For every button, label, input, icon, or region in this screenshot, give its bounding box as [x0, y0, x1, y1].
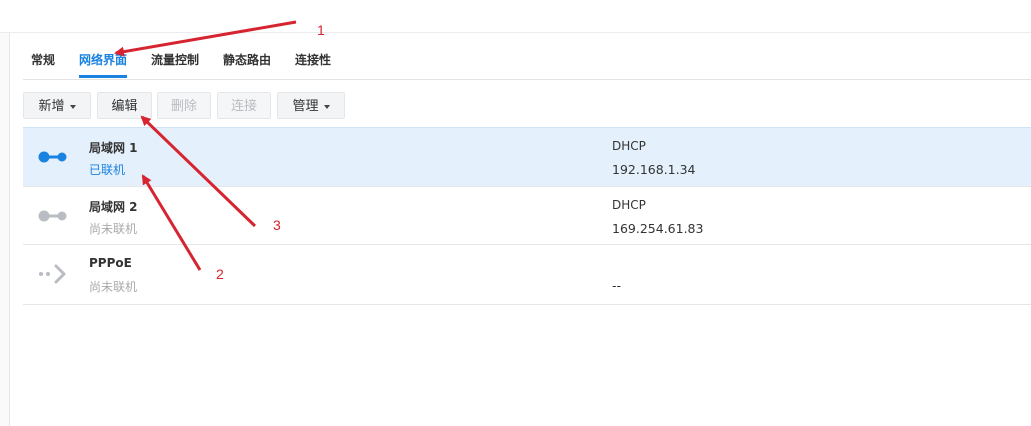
- chevron-down-icon: [69, 104, 76, 109]
- chevron-down-icon: [323, 104, 330, 109]
- pppoe-icon: [39, 264, 66, 284]
- tab-bar: 常规 网络界面 流量控制 静态路由 连接性: [23, 42, 1031, 80]
- interface-mode: DHCP: [612, 198, 646, 212]
- interface-row-lan1[interactable]: 局域网 1 已联机 DHCP 192.168.1.34: [23, 127, 1031, 187]
- manage-button[interactable]: 管理: [277, 92, 345, 119]
- ethernet-connected-icon: [38, 151, 67, 163]
- annotation-label-3: 3: [273, 217, 281, 233]
- left-panel-edge: [0, 33, 10, 426]
- interface-row-pppoe[interactable]: PPPoE 尚未联机 --: [23, 245, 1031, 305]
- interface-mode: DHCP: [612, 139, 646, 153]
- manage-button-label: 管理: [292, 99, 319, 114]
- interface-ip: --: [612, 278, 622, 293]
- interface-ip: 169.254.61.83: [612, 221, 704, 236]
- delete-button[interactable]: 删除: [157, 92, 211, 119]
- interface-name: 局域网 1: [89, 141, 138, 155]
- create-button[interactable]: 新增: [23, 92, 91, 119]
- edit-button-label: 编辑: [111, 99, 138, 114]
- active-tab-indicator: [79, 75, 127, 78]
- ethernet-disconnected-icon: [38, 210, 67, 222]
- tab-traffic-control[interactable]: 流量控制: [151, 51, 199, 68]
- annotation-label-1: 1: [317, 22, 325, 38]
- interface-status: 尚未联机: [89, 280, 138, 294]
- interface-name: 局域网 2: [89, 200, 138, 214]
- interface-row-lan2[interactable]: 局域网 2 尚未联机 DHCP 169.254.61.83: [23, 187, 1031, 245]
- connect-button[interactable]: 连接: [217, 92, 271, 119]
- annotation-label-2: 2: [216, 266, 224, 282]
- interface-status: 已联机: [89, 163, 126, 177]
- top-divider: [0, 32, 1031, 33]
- tab-connectivity[interactable]: 连接性: [295, 51, 331, 68]
- create-button-label: 新增: [38, 99, 65, 114]
- tab-general[interactable]: 常规: [31, 51, 55, 68]
- connect-button-label: 连接: [230, 99, 257, 114]
- interface-ip: 192.168.1.34: [612, 162, 696, 177]
- interface-status: 尚未联机: [89, 222, 138, 236]
- tab-network-interface[interactable]: 网络界面: [79, 51, 127, 68]
- edit-button[interactable]: 编辑: [97, 92, 152, 119]
- delete-button-label: 删除: [170, 99, 197, 114]
- tab-static-route[interactable]: 静态路由: [223, 51, 271, 68]
- interface-name: PPPoE: [89, 256, 132, 270]
